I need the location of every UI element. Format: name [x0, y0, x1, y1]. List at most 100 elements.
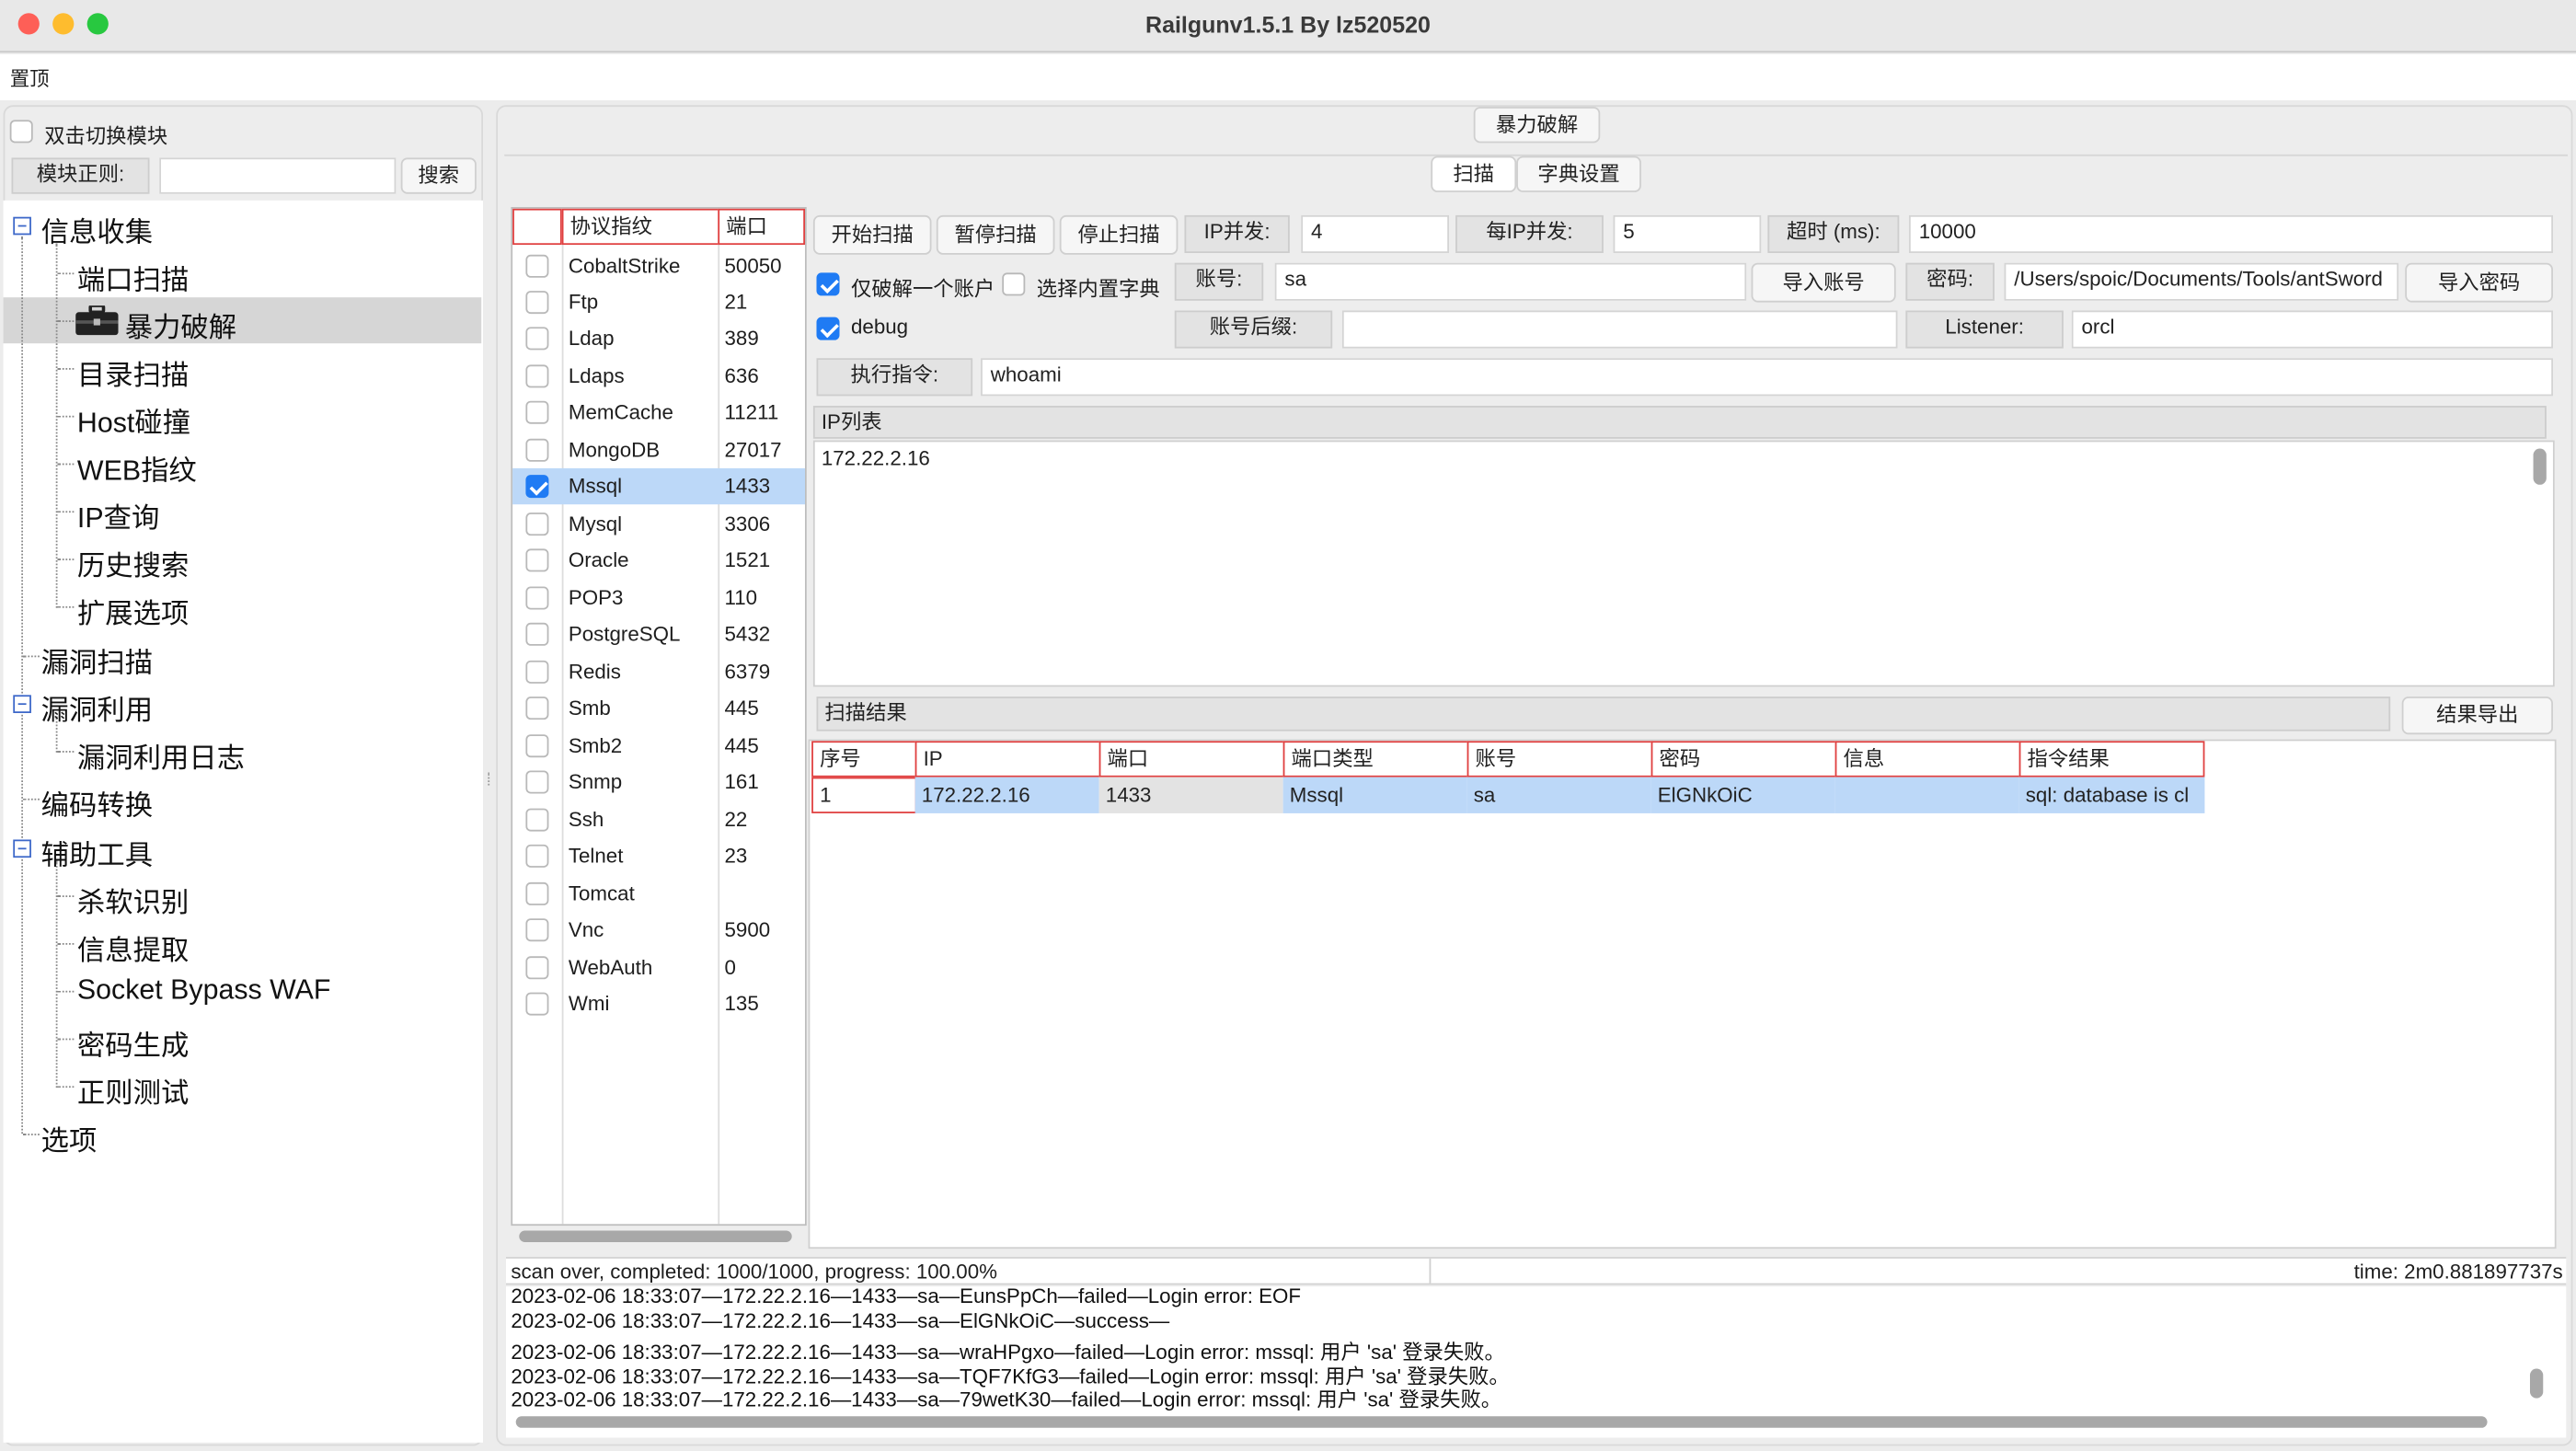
password-input[interactable]: /Users/spoic/Documents/Tools/antSword [2004, 262, 2399, 301]
builtin-dict-checkbox[interactable] [1002, 272, 1026, 296]
protocol-checkbox[interactable] [525, 770, 549, 794]
tree-web-fingerprint[interactable]: WEB指纹 [77, 447, 197, 489]
protocol-row-selected[interactable]: Mssql 1433 [512, 467, 805, 505]
protocol-checkbox[interactable] [525, 512, 549, 536]
tree-vuln-exploit[interactable]: 漏洞利用 [41, 686, 153, 728]
protocol-row[interactable]: MongoDB 27017 [512, 432, 805, 468]
protocol-checkbox[interactable] [525, 808, 549, 832]
ip-list-textarea[interactable]: 172.22.2.16 [812, 440, 2555, 687]
tree-av-detect[interactable]: 杀软识别 [77, 879, 189, 920]
protocol-row[interactable]: Smb 445 [512, 690, 805, 726]
start-scan-button[interactable]: 开始扫描 [812, 214, 932, 255]
tree-info-collect[interactable]: 信息收集 [41, 209, 153, 250]
protocol-header-port[interactable]: 端口 [718, 208, 805, 246]
import-password-button[interactable]: 导入密码 [2405, 262, 2553, 303]
protocol-checkbox[interactable] [525, 586, 549, 610]
tree-ext-options[interactable]: 扩展选项 [77, 590, 189, 631]
timeout-input[interactable]: 10000 [1908, 214, 2553, 253]
pause-scan-button[interactable]: 暂停扫描 [936, 214, 1055, 255]
protocol-checkbox[interactable] [525, 956, 549, 980]
protocol-checkbox[interactable] [525, 291, 549, 315]
results-col-command-result[interactable]: 指令结果 [2018, 741, 2205, 777]
import-account-button[interactable]: 导入账号 [1751, 262, 1896, 303]
collapse-info-collect-icon[interactable] [13, 216, 31, 236]
protocol-row[interactable]: Wmi 135 [512, 985, 805, 1021]
protocol-checkbox[interactable] [525, 697, 549, 720]
protocol-checkbox[interactable] [525, 660, 549, 684]
stop-scan-button[interactable]: 停止扫描 [1059, 214, 1179, 255]
export-results-button[interactable]: 结果导出 [2401, 697, 2553, 735]
account-suffix-input[interactable] [1341, 310, 1898, 349]
crack-one-account-checkbox[interactable] [816, 272, 840, 296]
log-hscrollbar[interactable] [515, 1416, 2488, 1428]
protocol-row[interactable]: Ssh 22 [512, 801, 805, 837]
protocol-row[interactable]: Tomcat [512, 876, 805, 912]
protocol-checkbox[interactable] [525, 622, 549, 646]
protocol-checkbox[interactable] [525, 400, 549, 424]
tree-ip-query[interactable]: IP查询 [77, 494, 159, 535]
protocol-row[interactable]: Redis 6379 [512, 654, 805, 690]
protocol-row[interactable]: POP3 110 [512, 580, 805, 616]
protocol-row[interactable]: Ldap 389 [512, 320, 805, 356]
tree-history-search[interactable]: 历史搜索 [77, 542, 189, 583]
protocol-checkbox[interactable] [525, 734, 549, 758]
ip-list-scrollbar[interactable] [2533, 448, 2547, 485]
results-col-port-type[interactable]: 端口类型 [1282, 741, 1469, 777]
tree-options[interactable]: 选项 [41, 1117, 98, 1158]
double-click-switch-checkbox[interactable] [9, 120, 33, 144]
log-vscrollbar[interactable] [2529, 1368, 2544, 1399]
results-col-account[interactable]: 账号 [1466, 741, 1653, 777]
table-row[interactable]: 1 172.22.2.16 1433 Mssql sa ElGNkOiC sql… [810, 777, 2205, 813]
results-col-port[interactable]: 端口 [1098, 741, 1285, 777]
protocol-row[interactable]: Smb2 445 [512, 728, 805, 764]
splitter-handle[interactable] [488, 772, 492, 786]
protocol-row[interactable]: Oracle 1521 [512, 542, 805, 578]
protocol-checkbox[interactable] [525, 254, 549, 278]
tree-socket-bypass[interactable]: Socket Bypass WAF [77, 974, 331, 1008]
pin-top-menu[interactable]: 置顶 [10, 64, 50, 92]
listener-input[interactable]: orcl [2071, 310, 2553, 349]
protocol-checkbox[interactable] [525, 844, 549, 868]
protocol-checkbox[interactable] [525, 881, 549, 905]
module-regex-input[interactable] [159, 157, 397, 194]
tree-host-collide[interactable]: Host碰撞 [77, 399, 190, 441]
tree-info-extract[interactable]: 信息提取 [77, 927, 189, 968]
protocol-checkbox[interactable] [525, 364, 549, 388]
exec-command-input[interactable]: whoami [981, 358, 2553, 397]
protocol-list-hscrollbar[interactable] [519, 1230, 792, 1242]
protocol-row[interactable]: CobaltStrike 50050 [512, 248, 805, 284]
ip-concurrency-input[interactable]: 4 [1301, 214, 1449, 253]
tree-port-scan[interactable]: 端口扫描 [77, 257, 189, 298]
protocol-row[interactable]: Mysql 3306 [512, 506, 805, 542]
results-col-password[interactable]: 密码 [1650, 741, 1837, 777]
protocol-row[interactable]: Ldaps 636 [512, 358, 805, 394]
tree-vuln-exploit-log[interactable]: 漏洞利用日志 [77, 734, 245, 776]
protocol-checkbox[interactable] [525, 548, 549, 572]
protocol-row[interactable]: Snmp 161 [512, 764, 805, 800]
protocol-checkbox-checked[interactable] [525, 475, 549, 499]
protocol-checkbox[interactable] [525, 327, 549, 351]
protocol-checkbox[interactable] [525, 438, 549, 462]
account-input[interactable]: sa [1274, 262, 1747, 301]
module-title-button[interactable]: 暴力破解 [1473, 107, 1601, 144]
per-ip-concurrency-input[interactable]: 5 [1613, 214, 1762, 253]
protocol-row[interactable]: MemCache 11211 [512, 395, 805, 431]
protocol-row[interactable]: WebAuth 0 [512, 950, 805, 985]
tree-pwd-gen[interactable]: 密码生成 [77, 1022, 189, 1064]
protocol-checkbox[interactable] [525, 992, 549, 1016]
protocol-header-name[interactable]: 协议指纹 [561, 208, 720, 246]
collapse-aux-tools-icon[interactable] [13, 839, 31, 858]
tree-dir-scan[interactable]: 目录扫描 [77, 351, 189, 393]
protocol-row[interactable]: Ftp 21 [512, 284, 805, 320]
tab-dict-settings[interactable]: 字典设置 [1516, 155, 1641, 192]
debug-checkbox[interactable] [816, 317, 840, 340]
collapse-vuln-exploit-icon[interactable] [13, 695, 31, 713]
protocol-row[interactable]: Vnc 5900 [512, 912, 805, 948]
protocol-checkbox[interactable] [525, 918, 549, 942]
results-col-ip[interactable]: IP [914, 741, 1101, 777]
results-col-info[interactable]: 信息 [1834, 741, 2021, 777]
results-col-index[interactable]: 序号 [811, 741, 917, 777]
search-button[interactable]: 搜索 [400, 157, 477, 194]
tab-scan[interactable]: 扫描 [1431, 155, 1517, 192]
tree-vuln-scan[interactable]: 漏洞扫描 [41, 639, 153, 681]
